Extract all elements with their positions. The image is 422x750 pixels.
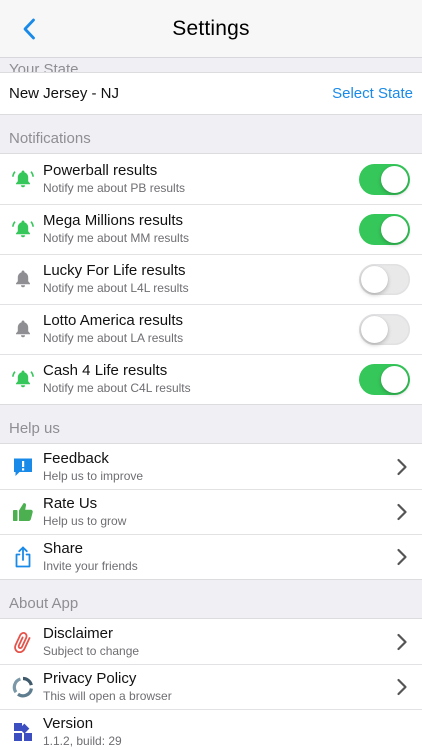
row-title: Version — [43, 714, 94, 732]
version-number: 1.1.2, build: 29 — [43, 733, 122, 748]
section-header-your-state: Your State — [9, 61, 79, 72]
about-app-group: Disclaimer Subject to change Privacy Pol… — [0, 618, 422, 750]
select-state-button[interactable]: Select State — [332, 85, 413, 102]
section-header-notifications: Notifications — [9, 130, 91, 147]
lucky-for-life-toggle[interactable] — [359, 263, 410, 295]
notification-subtitle: Notify me about LA results — [43, 331, 184, 345]
current-state: New Jersey - NJ — [9, 85, 120, 102]
powerball-toggle[interactable] — [359, 163, 410, 195]
feedback-row[interactable]: Feedback Help us to improve — [0, 444, 422, 489]
privacy-policy-row[interactable]: Privacy Policy This will open a browser — [0, 664, 422, 709]
row-title: Rate Us — [43, 494, 98, 512]
row-subtitle: Subject to change — [43, 643, 140, 658]
row-subtitle: Help us to grow — [43, 513, 127, 528]
chevron-right-icon — [397, 503, 407, 520]
grid-blocks-icon — [12, 721, 34, 743]
notification-row-lotto-america: Lotto America results Notify me about LA… — [0, 304, 422, 354]
toggle-knob — [381, 215, 408, 243]
privacy-ring-icon — [12, 676, 34, 698]
lotto-america-toggle[interactable] — [359, 313, 410, 345]
notification-subtitle: Notify me about C4L results — [43, 381, 191, 395]
chevron-right-icon — [397, 548, 407, 565]
row-title: Disclaimer — [43, 624, 114, 642]
bell-ringing-icon — [12, 168, 34, 190]
row-title: Share — [43, 539, 84, 557]
state-row: New Jersey - NJ Select State — [0, 73, 422, 114]
state-group: New Jersey - NJ Select State — [0, 72, 422, 115]
notification-title: Cash 4 Life results — [43, 362, 168, 379]
notification-subtitle: Notify me about PB results — [43, 181, 186, 195]
section-header-about-app: About App — [9, 595, 79, 612]
notification-subtitle: Notify me about L4L results — [43, 281, 189, 295]
toggle-knob — [381, 365, 408, 393]
notification-row-lucky-for-life: Lucky For Life results Notify me about L… — [0, 254, 422, 304]
thumbs-up-icon — [12, 501, 34, 523]
bell-icon — [12, 318, 34, 340]
back-button[interactable] — [14, 14, 44, 44]
settings-list[interactable]: Your State New Jersey - NJ Select State … — [0, 58, 422, 750]
notifications-group: Powerball results Notify me about PB res… — [0, 153, 422, 405]
notification-title: Powerball results — [43, 162, 158, 179]
feedback-icon — [12, 456, 34, 478]
notification-subtitle: Notify me about MM results — [43, 231, 190, 245]
help-us-group: Feedback Help us to improve Rate Us Help… — [0, 443, 422, 580]
share-row[interactable]: Share Invite your friends — [0, 534, 422, 579]
notification-row-mega-millions: Mega Millions results Notify me about MM… — [0, 204, 422, 254]
section-header-help-us: Help us — [9, 420, 60, 437]
toggle-knob — [361, 265, 388, 293]
chevron-left-icon — [23, 18, 35, 40]
row-title: Privacy Policy — [43, 669, 137, 687]
notification-row-powerball: Powerball results Notify me about PB res… — [0, 154, 422, 204]
cash-4-life-toggle[interactable] — [359, 363, 410, 395]
row-title: Feedback — [43, 449, 109, 467]
page-title: Settings — [172, 16, 250, 40]
mega-millions-toggle[interactable] — [359, 213, 410, 245]
chevron-right-icon — [397, 458, 407, 475]
row-subtitle: This will open a browser — [43, 688, 172, 703]
bell-ringing-icon — [12, 218, 34, 240]
toggle-knob — [381, 165, 408, 193]
rate-us-row[interactable]: Rate Us Help us to grow — [0, 489, 422, 534]
toggle-knob — [361, 315, 388, 343]
notification-title: Mega Millions results — [43, 212, 184, 229]
bell-icon — [12, 268, 34, 290]
row-subtitle: Invite your friends — [43, 558, 138, 573]
bell-ringing-icon — [12, 368, 34, 390]
chevron-right-icon — [397, 678, 407, 695]
row-subtitle: Help us to improve — [43, 468, 144, 483]
version-row: Version 1.1.2, build: 29 — [0, 709, 422, 750]
chevron-right-icon — [397, 633, 407, 650]
notification-row-cash-4-life: Cash 4 Life results Notify me about C4L … — [0, 354, 422, 404]
paperclip-icon — [12, 631, 34, 653]
notification-title: Lucky For Life results — [43, 262, 186, 279]
notification-title: Lotto America results — [43, 312, 184, 329]
disclaimer-row[interactable]: Disclaimer Subject to change — [0, 619, 422, 664]
navigation-bar: Settings — [0, 0, 422, 58]
share-icon — [12, 546, 34, 568]
